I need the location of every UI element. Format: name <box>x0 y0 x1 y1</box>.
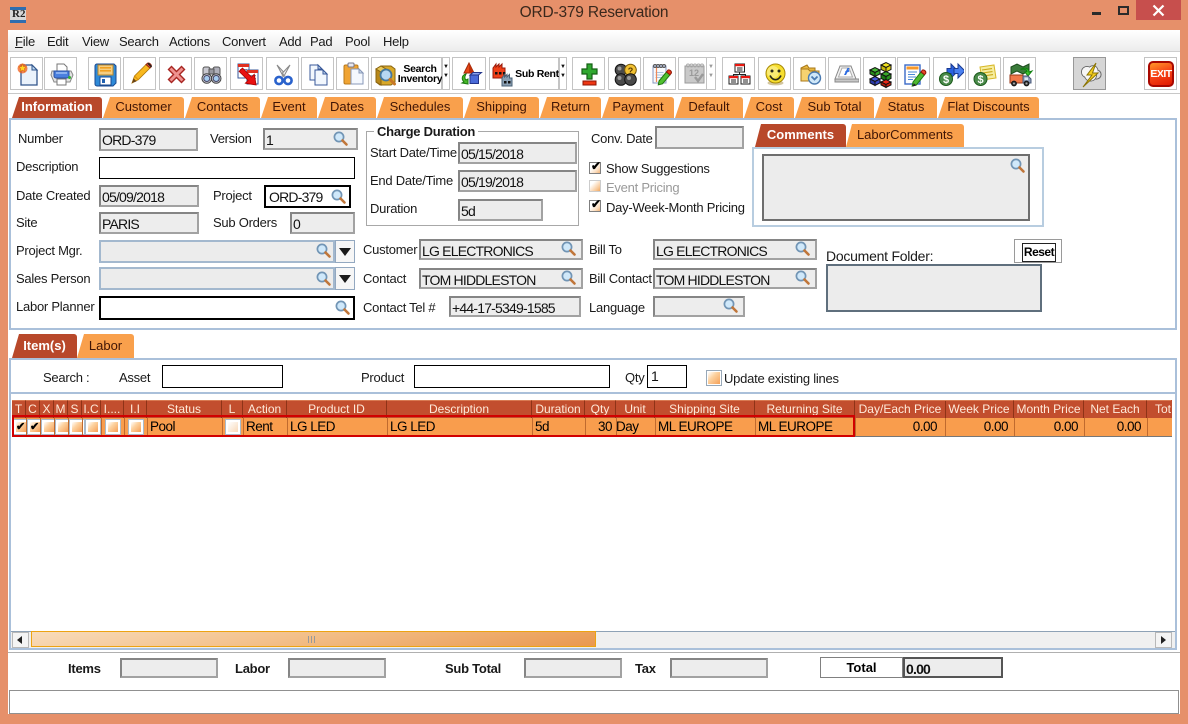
svg-text:?: ? <box>628 66 634 76</box>
svg-text:$: $ <box>943 74 949 86</box>
svg-text:12: 12 <box>689 68 699 78</box>
svg-text:$: $ <box>977 74 983 86</box>
